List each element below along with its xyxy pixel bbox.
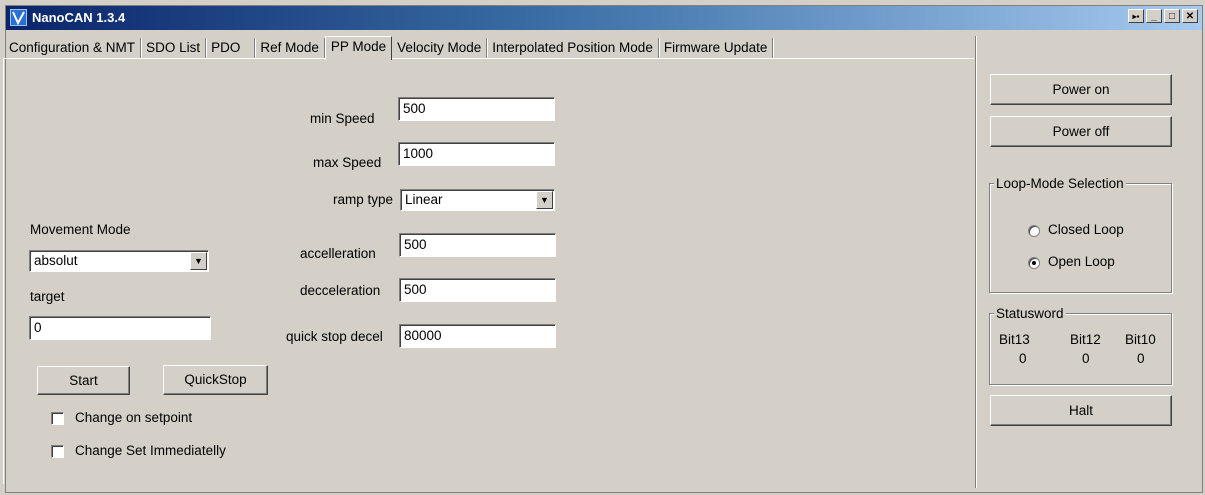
tab-strip: Configuration & NMT SDO List PDO Ref Mod… (4, 36, 774, 60)
maximize-icon[interactable]: □ (1164, 9, 1180, 23)
chevron-down-icon[interactable]: ▼ (190, 252, 207, 270)
tab-interpolated-position-mode[interactable]: Interpolated Position Mode (487, 38, 659, 58)
ramp-type-label: ramp type (333, 192, 394, 207)
bit10-value: 0 (1137, 351, 1145, 366)
change-set-immediately-checkbox[interactable] (51, 445, 64, 458)
change-on-setpoint-checkbox[interactable] (51, 412, 64, 425)
loop-mode-title: Loop-Mode Selection (994, 176, 1126, 191)
target-input[interactable]: 0 (29, 316, 211, 340)
minimize-icon[interactable]: _ (1146, 9, 1162, 23)
open-loop-label: Open Loop (1048, 254, 1115, 269)
close-icon[interactable]: ✕ (1182, 9, 1198, 23)
title-bar: NanoCAN 1.3.4 ▸▪ _ □ ✕ (6, 6, 1202, 30)
power-off-button[interactable]: Power off (990, 116, 1172, 147)
restore-icon[interactable]: ▸▪ (1128, 9, 1144, 23)
target-label: target (30, 289, 65, 304)
selected-dot-icon (1032, 261, 1036, 265)
min-speed-input[interactable]: 500 (398, 97, 555, 121)
accelleration-label: accelleration (300, 246, 376, 261)
tab-velocity-mode[interactable]: Velocity Mode (392, 38, 488, 58)
movement-mode-value: absolut (34, 253, 78, 268)
tab-pp-mode[interactable]: PP Mode (324, 36, 393, 60)
loop-mode-group (989, 183, 1172, 293)
tab-ref-mode[interactable]: Ref Mode (255, 38, 325, 58)
decceleration-label: decceleration (300, 283, 381, 298)
closed-loop-label: Closed Loop (1048, 222, 1124, 237)
bit10-label: Bit10 (1125, 332, 1156, 347)
movement-mode-select[interactable]: absolut ▼ (29, 250, 209, 272)
bit13-value: 0 (1019, 351, 1027, 366)
window-title: NanoCAN 1.3.4 (32, 10, 126, 25)
quick-stop-decel-input[interactable]: 80000 (399, 324, 556, 348)
bit13-label: Bit13 (999, 332, 1030, 347)
quick-stop-decel-label: quick stop decel (286, 329, 383, 344)
halt-button[interactable]: Halt (990, 395, 1172, 426)
ramp-type-value: Linear (405, 192, 443, 207)
open-loop-radio[interactable] (1028, 257, 1040, 269)
statusword-group (989, 313, 1172, 385)
statusword-title: Statusword (994, 306, 1066, 321)
bit12-value: 0 (1082, 351, 1090, 366)
power-on-button[interactable]: Power on (990, 74, 1172, 105)
panel-divider (975, 36, 977, 488)
ramp-type-select[interactable]: Linear ▼ (400, 189, 555, 211)
movement-mode-label: Movement Mode (30, 222, 131, 237)
min-speed-label: min Speed (310, 111, 375, 126)
decceleration-input[interactable]: 500 (399, 278, 556, 302)
bit12-label: Bit12 (1070, 332, 1101, 347)
start-button[interactable]: Start (37, 366, 130, 395)
app-logo-icon (10, 9, 27, 26)
tab-firmware-update[interactable]: Firmware Update (659, 38, 774, 58)
closed-loop-radio[interactable] (1028, 225, 1040, 237)
max-speed-input[interactable]: 1000 (398, 142, 555, 166)
accelleration-input[interactable]: 500 (399, 233, 556, 257)
change-set-immediately-label: Change Set Immediatelly (75, 443, 226, 458)
max-speed-label: max Speed (313, 155, 382, 170)
quickstop-button[interactable]: QuickStop (163, 365, 268, 395)
tab-sdo-list[interactable]: SDO List (141, 38, 207, 58)
chevron-down-icon[interactable]: ▼ (536, 191, 553, 209)
change-on-setpoint-label: Change on setpoint (75, 410, 193, 425)
tab-pdo[interactable]: PDO (206, 38, 256, 58)
tab-configuration-nmt[interactable]: Configuration & NMT (4, 38, 142, 58)
